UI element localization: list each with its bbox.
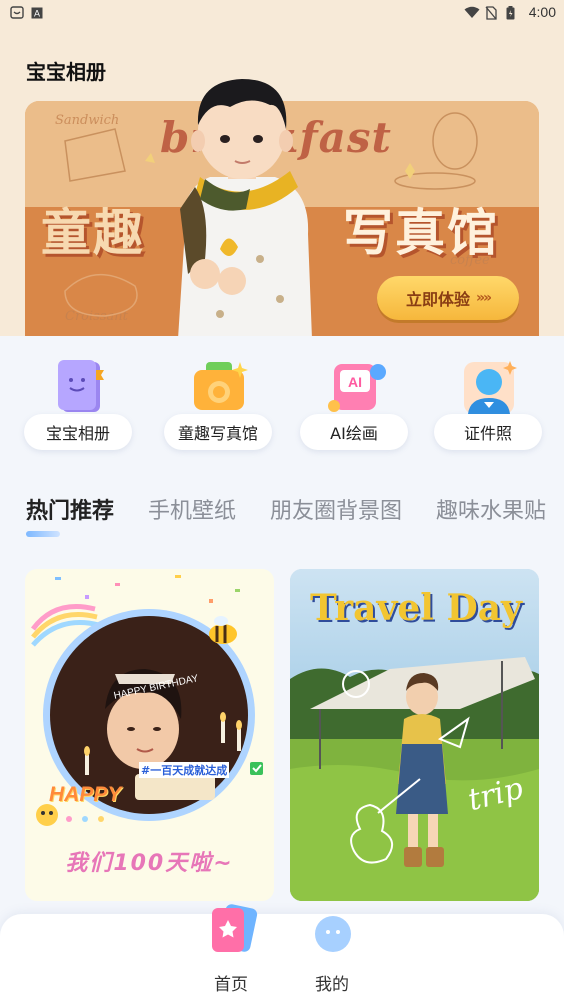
quick-menu: 宝宝相册 童趣写真馆 AI AI绘画 证件照 (0, 336, 564, 466)
wifi-icon (464, 6, 480, 19)
category-tabs: 热门推荐 手机壁纸 朋友圈背景图 趣味水果贴 (26, 493, 564, 541)
ai-paint-icon: AI (328, 364, 386, 412)
tab-fruit-stickers[interactable]: 趣味水果贴 (436, 493, 546, 525)
banner-left-text: 童趣 (41, 204, 145, 262)
tab-moments-background[interactable]: 朋友圈背景图 (270, 493, 402, 525)
tab-hot-recommend[interactable]: 热门推荐 (26, 493, 114, 525)
status-bar: A 4:00 (0, 0, 564, 24)
status-right: 4:00 (464, 4, 556, 20)
milestone-sticker: #一百天成就达成 (139, 762, 230, 778)
status-time: 4:00 (528, 4, 556, 20)
orange-camera-icon (194, 362, 248, 410)
travel-title: Travel Day (310, 587, 522, 629)
nav-profile[interactable]: 我的 (297, 914, 367, 1002)
banner-right-text: 写真馆 (343, 204, 499, 262)
a-badge-icon: A (31, 6, 44, 19)
quick-menu-label: 证件照 (434, 414, 542, 450)
try-now-label: 立即体验 (405, 290, 470, 309)
card-caption: 我们100天啦~ (65, 851, 234, 876)
svg-text:A: A (34, 8, 40, 18)
svg-text:AI: AI (348, 374, 362, 390)
home-cards-icon (212, 904, 258, 952)
template-card-100-days[interactable]: HAPPY BIRTHDAY #一百天成就达成 HAPPY 我们100天啦~ (25, 569, 274, 901)
quick-menu-kids-studio[interactable]: 童趣写真馆 (164, 358, 274, 450)
page-title: 宝宝相册 (26, 60, 106, 84)
notification-face-icon (10, 5, 24, 19)
status-left: A (10, 5, 44, 19)
quick-menu-label: 宝宝相册 (24, 414, 132, 450)
header: 宝宝相册 Sandwich coffee Croissant breakfast… (0, 24, 564, 339)
quick-menu-label: AI绘画 (300, 414, 408, 450)
happy-sticker: HAPPY (49, 783, 122, 806)
template-card-travel-day[interactable]: Travel Day trip (290, 569, 539, 901)
quick-menu-id-photo[interactable]: 证件照 (434, 358, 544, 450)
bottom-nav: 首页 我的 (0, 904, 564, 1002)
battery-icon (506, 5, 519, 19)
profile-blob-icon (315, 916, 351, 952)
quick-menu-ai-paint[interactable]: AI AI绘画 (300, 358, 410, 450)
purple-album-icon (58, 360, 104, 412)
nav-label-home: 首页 (214, 975, 248, 995)
quick-menu-label: 童趣写真馆 (164, 414, 272, 450)
active-tab-indicator (26, 531, 60, 537)
tab-phone-wallpaper[interactable]: 手机壁纸 (148, 493, 236, 525)
id-photo-person-icon (464, 361, 517, 414)
no-sim-icon (485, 5, 498, 20)
nav-home[interactable]: 首页 (196, 904, 266, 1002)
nav-label-profile: 我的 (315, 975, 349, 995)
child-photo (178, 79, 312, 339)
double-chevron-icon: »» (475, 290, 492, 306)
try-now-button[interactable]: 立即体验 »» (377, 276, 519, 320)
quick-menu-baby-album[interactable]: 宝宝相册 (24, 358, 134, 450)
